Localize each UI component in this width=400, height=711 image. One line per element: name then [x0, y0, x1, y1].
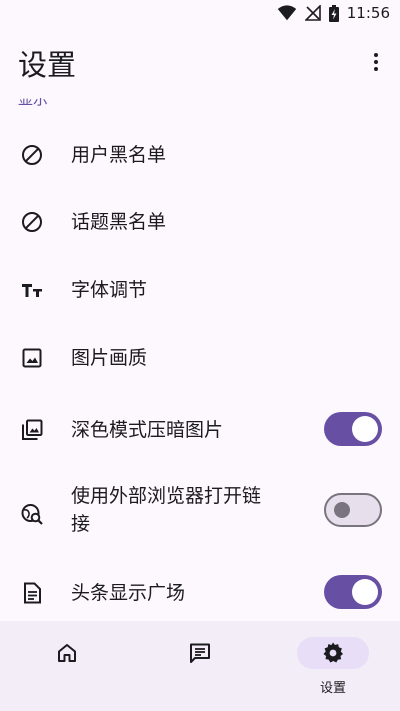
- setting-label-line1: 使用外部浏览器打开链: [71, 485, 262, 507]
- no-signal-icon: [304, 5, 321, 21]
- status-time: 11:56: [346, 4, 390, 22]
- battery-charging-icon: [328, 4, 339, 22]
- app-bar: 设置: [0, 28, 400, 98]
- setting-label: 话题黑名单: [71, 211, 167, 233]
- setting-headline-square[interactable]: 头条显示广场: [0, 558, 400, 621]
- home-icon: [58, 644, 76, 662]
- status-bar: 11:56: [0, 0, 400, 28]
- text-size-icon: [22, 284, 42, 297]
- status-icons: 11:56: [277, 4, 390, 22]
- switch-knob: [352, 579, 378, 605]
- dark-mode-dim-images-switch[interactable]: [324, 412, 382, 446]
- travel-explore-icon: [21, 504, 43, 525]
- setting-label: 用户黑名单: [71, 144, 167, 166]
- bottom-navigation: 设置: [0, 621, 400, 711]
- headline-square-switch[interactable]: [324, 575, 382, 609]
- more-vert-icon[interactable]: [364, 50, 388, 74]
- setting-label: 图片画质: [71, 347, 148, 369]
- nav-messages[interactable]: [145, 633, 255, 703]
- page-title: 设置: [18, 48, 77, 82]
- setting-label: 字体调节: [71, 279, 148, 301]
- switch-knob: [334, 502, 350, 518]
- setting-label: 头条显示广场: [71, 582, 186, 604]
- external-browser-switch[interactable]: [324, 493, 382, 527]
- nav-home[interactable]: [12, 633, 122, 703]
- setting-external-browser[interactable]: 使用外部浏览器打开链 接: [0, 466, 400, 556]
- setting-topic-blacklist[interactable]: 话题黑名单: [0, 188, 400, 256]
- switch-knob: [352, 416, 378, 442]
- wifi-icon: [277, 5, 296, 21]
- block-icon: [22, 212, 42, 232]
- photo-library-icon: [22, 419, 43, 440]
- nav-label-settings: 设置: [319, 681, 346, 696]
- image-icon: [22, 348, 42, 368]
- setting-user-blacklist[interactable]: 用户黑名单: [0, 121, 400, 189]
- article-icon: [24, 582, 41, 604]
- block-icon: [22, 145, 42, 165]
- message-icon: [190, 643, 210, 663]
- nav-settings[interactable]: 设置: [278, 633, 388, 703]
- setting-image-quality[interactable]: 图片画质: [0, 324, 400, 392]
- setting-label-line2: 接: [71, 513, 91, 535]
- section-header-display: 显示: [18, 98, 49, 108]
- setting-dark-mode-dim-images[interactable]: 深色模式压暗图片: [0, 394, 400, 462]
- settings-list: 显示 用户黑名单 话题黑名单 字体调节 图片画质 深色模式压暗图片 使用外部浏览…: [0, 98, 400, 621]
- settings-icon: [323, 642, 343, 663]
- setting-font-size[interactable]: 字体调节: [0, 256, 400, 324]
- setting-label: 深色模式压暗图片: [71, 419, 224, 441]
